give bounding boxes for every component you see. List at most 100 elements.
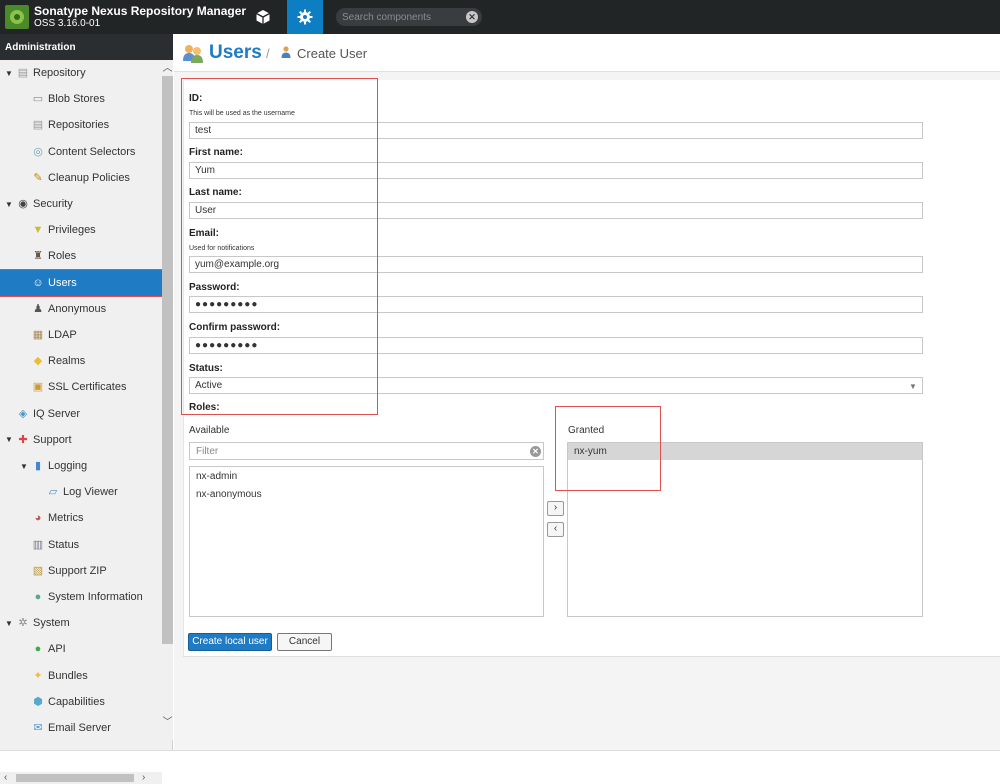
sidebar-item-iq-server[interactable]: ◈ IQ Server [0,401,162,427]
sidebar-item-content-selectors[interactable]: ◎ Content Selectors [0,139,162,165]
cancel-button[interactable]: Cancel [277,633,332,651]
sidebar-item-label: Metrics [48,512,84,525]
app-title: Sonatype Nexus Repository Manager [34,4,247,18]
ldap-icon: ▦ [32,329,44,341]
last-name-label: Last name: [189,187,242,198]
sidebar-item-email-server[interactable]: ✉ Email Server [0,715,162,741]
sidebar-item-label: System [33,617,70,630]
cube-icon [256,10,270,24]
sidebar-item-security[interactable]: ▼ ◉ Security [0,191,162,217]
expand-arrow-icon[interactable]: ▼ [5,200,13,209]
sidebar-item-system-information[interactable]: ● System Information [0,584,162,610]
list-item[interactable]: nx-admin [190,468,543,485]
sidebar-item-label: Log Viewer [63,486,118,499]
sidebar-item-cleanup-policies[interactable]: ✎ Cleanup Policies [0,165,162,191]
sidebar-item-bundles[interactable]: ✦ Bundles [0,663,162,689]
clear-search-icon[interactable]: ✕ [466,11,478,23]
sidebar-item-repository[interactable]: ▼ ▤ Repository [0,60,162,86]
scroll-up-icon[interactable]: ︿ [162,62,173,76]
sidebar-item-label: Status [48,538,80,551]
sidebar-header: Administration [0,34,173,60]
password-field[interactable] [189,296,923,313]
list-item[interactable]: nx-yum [568,443,922,460]
app-version: OSS 3.16.0-01 [34,18,101,29]
add-role-button[interactable]: › [547,501,564,516]
expand-arrow-icon[interactable]: ▼ [20,462,28,471]
sidebar-item-log-viewer[interactable]: ▱ Log Viewer [0,479,162,505]
status-select[interactable] [189,377,923,394]
breadcrumb-current: Create User [297,46,368,61]
anonymous-icon: ♟ [33,302,43,315]
sidebar-item-capabilities[interactable]: ⬢ Capabilities [0,689,162,715]
expand-arrow-icon[interactable]: ▼ [5,435,13,444]
sidebar-item-system[interactable]: ▼ ✲ System [0,610,162,636]
administration-button[interactable] [287,0,323,34]
browse-button[interactable] [245,0,281,34]
scroll-left-icon[interactable]: ‹ [4,772,7,783]
id-hint: This will be used as the username [189,110,295,117]
last-name-field[interactable] [189,202,923,219]
sidebar-item-ldap[interactable]: ▦ LDAP [0,322,162,348]
user-icon [281,46,291,58]
nexus-logo[interactable] [5,5,29,29]
sidebar-item-users[interactable]: ☺ Users [0,268,163,297]
blob-store-icon: ▭ [32,93,44,106]
search-box: ✕ [336,8,482,26]
sidebar-item-label: API [48,643,66,656]
sidebar-item-label: Repositories [48,119,110,132]
sidebar-item-metrics[interactable]: ◕ Metrics [0,505,162,531]
sidebar-item-label: Bundles [48,669,88,682]
sidebar-item-logging[interactable]: ▼ ▮ Logging [0,453,162,479]
repositories-icon: ▤ [32,119,44,132]
sidebar-item-ssl-certificates[interactable]: ▣ SSL Certificates [0,374,162,400]
id-label: ID: [189,93,203,104]
email-icon: ✉ [33,722,43,734]
users-icon: ☺ [32,276,44,289]
role-icon: ♜ [33,250,43,263]
lifebuoy-icon: ✚ [18,433,28,446]
sidebar-item-label: Users [48,276,77,289]
id-field[interactable] [189,122,923,139]
book-icon: ▮ [34,460,42,472]
confirm-password-field[interactable] [189,337,923,354]
remove-role-button[interactable]: ‹ [547,522,564,537]
sidebar-item-realms[interactable]: ◆ Realms [0,348,162,374]
sidebar-item-anonymous[interactable]: ♟ Anonymous [0,296,162,322]
clear-filter-icon[interactable]: ✕ [530,446,541,457]
horizontal-scroll-thumb[interactable] [16,774,134,782]
medal-icon: ▼ [32,224,44,237]
sidebar-item-label: Blob Stores [48,93,105,106]
sidebar-item-status[interactable]: ▥ Status [0,532,162,558]
first-name-field[interactable] [189,162,923,179]
sidebar-item-roles[interactable]: ♜ Roles [0,243,162,269]
available-roles-list: nx-admin nx-anonymous [189,466,544,617]
status-label: Status: [189,363,223,374]
sidebar-item-privileges[interactable]: ▼ Privileges [0,217,162,243]
sidebar-item-label: Realms [48,355,86,368]
expand-arrow-icon[interactable]: ▼ [5,69,13,78]
scroll-down-icon[interactable]: ﹀ [162,716,173,730]
api-icon: ● [34,643,42,656]
create-local-user-button[interactable]: Create local user [188,633,272,651]
search-components-input[interactable] [342,10,460,24]
sidebar-item-blob-stores[interactable]: ▭ Blob Stores [0,86,162,112]
list-item[interactable]: nx-anonymous [190,486,543,503]
shield-icon: ◆ [33,355,43,368]
scroll-right-icon[interactable]: › [142,772,145,783]
top-bar: Sonatype Nexus Repository Manager OSS 3.… [0,0,1000,34]
sidebar-item-label: SSL Certificates [48,381,127,394]
page-title[interactable]: Users [209,42,262,64]
chevron-down-icon[interactable]: ▼ [909,382,917,391]
sidebar-item-api[interactable]: ● API [0,636,162,662]
sidebar-item-repositories[interactable]: ▤ Repositories [0,112,162,138]
sidebar-item-support[interactable]: ▼ ✚ Support [0,427,162,453]
expand-arrow-icon[interactable]: ▼ [5,619,13,628]
email-field[interactable] [189,256,923,273]
sidebar-item-label: Security [33,198,73,210]
sidebar-scrollbar-thumb[interactable] [162,76,173,644]
sidebar-item-support-zip[interactable]: ▧ Support ZIP [0,558,162,584]
sidebar-item-label: Logging [48,460,88,472]
sidebar: Administration ▼ ▤ Repository ▭ Blob Stores ▤… [0,34,173,784]
roles-filter-input[interactable] [189,442,544,460]
sidebar-horizontal-scrollbar[interactable]: ‹ › [0,772,162,784]
